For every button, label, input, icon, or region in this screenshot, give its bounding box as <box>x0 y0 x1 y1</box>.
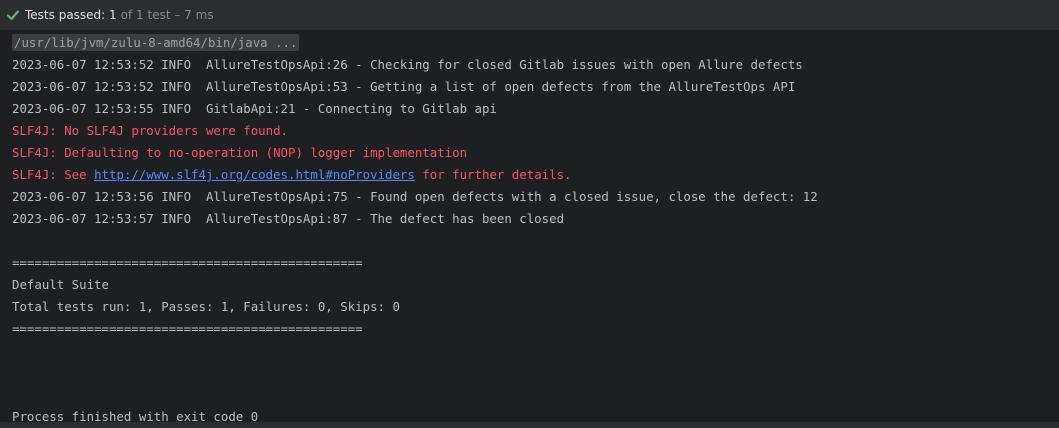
console-output[interactable]: /usr/lib/jvm/zulu-8-amd64/bin/java ... 2… <box>0 31 1059 422</box>
console-line: 2023-06-07 12:53:52 INFO AllureTestOpsAp… <box>0 76 1059 98</box>
exit-message: Process finished with exit code 0 <box>0 406 1059 428</box>
console-line: 2023-06-07 12:53:57 INFO AllureTestOpsAp… <box>0 208 1059 230</box>
blank-line <box>0 384 1059 406</box>
tests-passed-label: Tests passed: 1 <box>25 8 117 22</box>
test-status-bar: Tests passed: 1 of 1 test – 7 ms <box>0 0 1059 31</box>
slf4j-link[interactable]: http://www.slf4j.org/codes.html#noProvid… <box>94 167 415 182</box>
error-line: SLF4J: See http://www.slf4j.org/codes.ht… <box>0 164 1059 186</box>
error-text: SLF4J: See <box>12 167 94 182</box>
error-line: SLF4J: No SLF4J providers were found. <box>0 120 1059 142</box>
suite-name: Default Suite <box>0 274 1059 296</box>
test-summary: Total tests run: 1, Passes: 1, Failures:… <box>0 296 1059 318</box>
blank-line <box>0 362 1059 384</box>
check-icon <box>6 8 20 22</box>
console-line: 2023-06-07 12:53:55 INFO GitlabApi:21 - … <box>0 98 1059 120</box>
separator-line: ========================================… <box>0 252 1059 274</box>
blank-line <box>0 230 1059 252</box>
separator-line: ========================================… <box>0 318 1059 340</box>
tests-passed-detail: of 1 test – 7 ms <box>121 8 214 22</box>
java-command[interactable]: /usr/lib/jvm/zulu-8-amd64/bin/java ... <box>12 34 299 51</box>
console-line: 2023-06-07 12:53:52 INFO AllureTestOpsAp… <box>0 54 1059 76</box>
blank-line <box>0 340 1059 362</box>
error-line: SLF4J: Defaulting to no-operation (NOP) … <box>0 142 1059 164</box>
console-line: 2023-06-07 12:53:56 INFO AllureTestOpsAp… <box>0 186 1059 208</box>
error-text: for further details. <box>415 167 572 182</box>
console-line: /usr/lib/jvm/zulu-8-amd64/bin/java ... <box>0 32 1059 54</box>
